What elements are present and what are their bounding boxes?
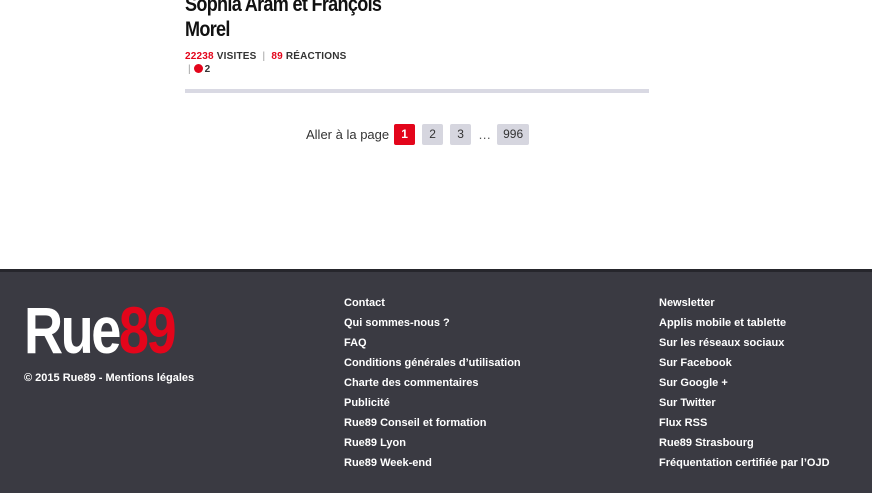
footer-link-weekend[interactable]: Rue89 Week-end	[344, 456, 521, 476]
live-count: 2	[204, 64, 211, 75]
live-dot-icon	[193, 64, 203, 73]
page-2-button[interactable]: 2	[422, 124, 444, 145]
footer-link-comments-charter[interactable]: Charte des commentaires	[344, 376, 521, 396]
pagination-ellipsis: …	[478, 127, 492, 142]
footer-link-lyon[interactable]: Rue89 Lyon	[344, 436, 521, 456]
footer-link-strasbourg[interactable]: Rue89 Strasbourg	[659, 436, 830, 456]
article-meta: 22238 VISITES | 89 RÉACTIONS	[185, 51, 347, 62]
footer-link-faq[interactable]: FAQ	[344, 336, 521, 356]
page-3-button[interactable]: 3	[450, 124, 472, 145]
footer-links-col-2: Newsletter Applis mobile et tablette Sur…	[659, 296, 830, 476]
footer-link-newsletter[interactable]: Newsletter	[659, 296, 830, 316]
footer-link-social[interactable]: Sur les réseaux sociaux	[659, 336, 830, 356]
visits-count: 22238	[185, 51, 214, 62]
footer-link-advertising[interactable]: Publicité	[344, 396, 521, 416]
copyright[interactable]: © 2015 Rue89 - Mentions légales	[24, 372, 194, 384]
footer-links-col-1: Contact Qui sommes-nous ? FAQ Conditions…	[344, 296, 521, 476]
footer-link-apps[interactable]: Applis mobile et tablette	[659, 316, 830, 336]
footer-link-rss[interactable]: Flux RSS	[659, 416, 830, 436]
footer-link-terms[interactable]: Conditions générales d’utilisation	[344, 356, 521, 376]
footer-link-about[interactable]: Qui sommes-nous ?	[344, 316, 521, 336]
footer-link-facebook[interactable]: Sur Facebook	[659, 356, 830, 376]
footer-link-ojd[interactable]: Fréquentation certifiée par l’OJD	[659, 456, 830, 476]
pagination-label: Aller à la page	[306, 127, 390, 142]
pagination: Aller à la page 1 2 3 … 996	[306, 124, 536, 145]
reactions-count[interactable]: 89	[271, 51, 283, 62]
footer-link-consulting[interactable]: Rue89 Conseil et formation	[344, 416, 521, 436]
meta-separator-2: |	[188, 64, 191, 75]
logo-part-89: 89	[118, 293, 177, 367]
visits-label: VISITES	[216, 51, 257, 62]
rue89-logo[interactable]: Rue89	[24, 297, 177, 363]
last-page-button[interactable]: 996	[497, 124, 530, 145]
article-title[interactable]: Sophia Aram et François Morel	[185, 0, 391, 42]
article-divider	[185, 89, 649, 93]
logo-part-rue: Rue	[24, 293, 121, 367]
article-title-line-1[interactable]: Sophia Aram et François	[185, 0, 391, 17]
article-title-line-2[interactable]: Morel	[185, 17, 391, 42]
footer-link-contact[interactable]: Contact	[344, 296, 521, 316]
footer-link-google-plus[interactable]: Sur Google +	[659, 376, 830, 396]
reactions-label[interactable]: RÉACTIONS	[286, 51, 347, 62]
page-1-button[interactable]: 1	[394, 124, 416, 145]
meta-separator: |	[262, 51, 266, 62]
footer-link-twitter[interactable]: Sur Twitter	[659, 396, 830, 416]
article-live: | 2	[188, 64, 210, 75]
site-footer: Rue89 © 2015 Rue89 - Mentions légales Co…	[0, 269, 872, 493]
